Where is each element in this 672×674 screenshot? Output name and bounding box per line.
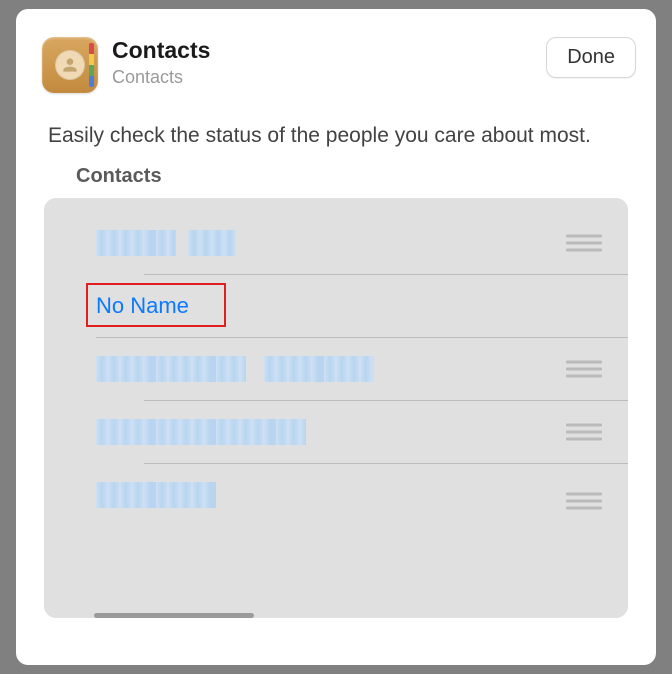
redacted-name bbox=[188, 230, 236, 256]
app-subtitle: Contacts bbox=[112, 67, 546, 88]
drag-handle-icon[interactable] bbox=[566, 493, 602, 510]
redacted-name bbox=[96, 230, 176, 256]
icon-color-tabs bbox=[89, 43, 94, 87]
drag-handle-icon[interactable] bbox=[566, 424, 602, 441]
horizontal-scroll-indicator[interactable] bbox=[94, 613, 254, 618]
app-title: Contacts bbox=[112, 37, 546, 65]
redacted-name bbox=[264, 356, 374, 382]
list-item[interactable] bbox=[44, 338, 628, 400]
section-title: Contacts bbox=[16, 165, 656, 198]
drag-handle-icon[interactable] bbox=[566, 361, 602, 378]
avatar-icon bbox=[55, 50, 85, 80]
contacts-list-panel: No Name bbox=[44, 198, 628, 618]
list-item[interactable]: No Name bbox=[44, 275, 628, 337]
done-button[interactable]: Done bbox=[546, 37, 636, 78]
list-item[interactable] bbox=[44, 464, 628, 538]
redacted-name bbox=[96, 482, 216, 508]
contacts-modal: Contacts Contacts Done Easily check the … bbox=[16, 9, 656, 665]
drag-handle-icon[interactable] bbox=[566, 235, 602, 252]
modal-header: Contacts Contacts Done bbox=[16, 29, 656, 93]
contacts-app-icon bbox=[42, 37, 98, 93]
contact-name-label: No Name bbox=[96, 293, 189, 319]
list-item[interactable] bbox=[44, 212, 628, 274]
description-text: Easily check the status of the people yo… bbox=[16, 121, 656, 151]
list-item[interactable] bbox=[44, 401, 628, 463]
redacted-name bbox=[96, 356, 246, 382]
header-text: Contacts Contacts bbox=[112, 37, 546, 88]
redacted-name bbox=[96, 419, 306, 445]
